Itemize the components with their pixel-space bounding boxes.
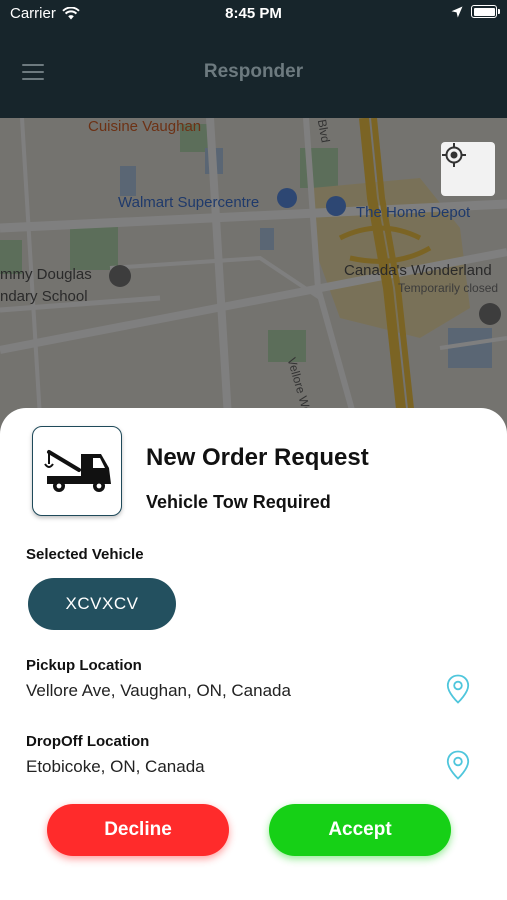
accept-button[interactable]: Accept — [269, 804, 451, 856]
location-arrow-icon — [451, 6, 463, 17]
app-header: Responder — [0, 28, 507, 118]
pickup-pin-icon[interactable] — [446, 674, 470, 704]
page-title: Responder — [203, 61, 304, 82]
order-title: New Order Request — [146, 444, 369, 471]
selected-vehicle-label: Selected Vehicle — [26, 546, 144, 563]
pickup-location-label: Pickup Location — [26, 657, 142, 674]
crosshair-icon — [442, 143, 466, 167]
status-time: 8:45 PM — [225, 5, 282, 22]
pickup-location-value: Vellore Ave, Vaughan, ON, Canada — [26, 681, 291, 700]
status-bar: Carrier 8:45 PM — [0, 0, 507, 28]
battery-icon — [471, 5, 500, 18]
dropoff-pin-icon[interactable] — [446, 750, 470, 780]
dropoff-location-label: DropOff Location — [26, 733, 150, 750]
dropoff-location-value: Etobicoke, ON, Canada — [26, 757, 205, 776]
decline-button[interactable]: Decline — [47, 804, 229, 856]
selected-vehicle-chip[interactable]: XCVXCV — [28, 578, 176, 630]
order-request-sheet: New Order Request Vehicle Tow Required S… — [0, 408, 507, 900]
order-subtitle: Vehicle Tow Required — [146, 492, 331, 512]
tow-truck-icon — [44, 450, 111, 492]
status-right — [451, 5, 500, 18]
order-icon-box — [32, 426, 122, 516]
locate-button[interactable] — [441, 142, 495, 196]
